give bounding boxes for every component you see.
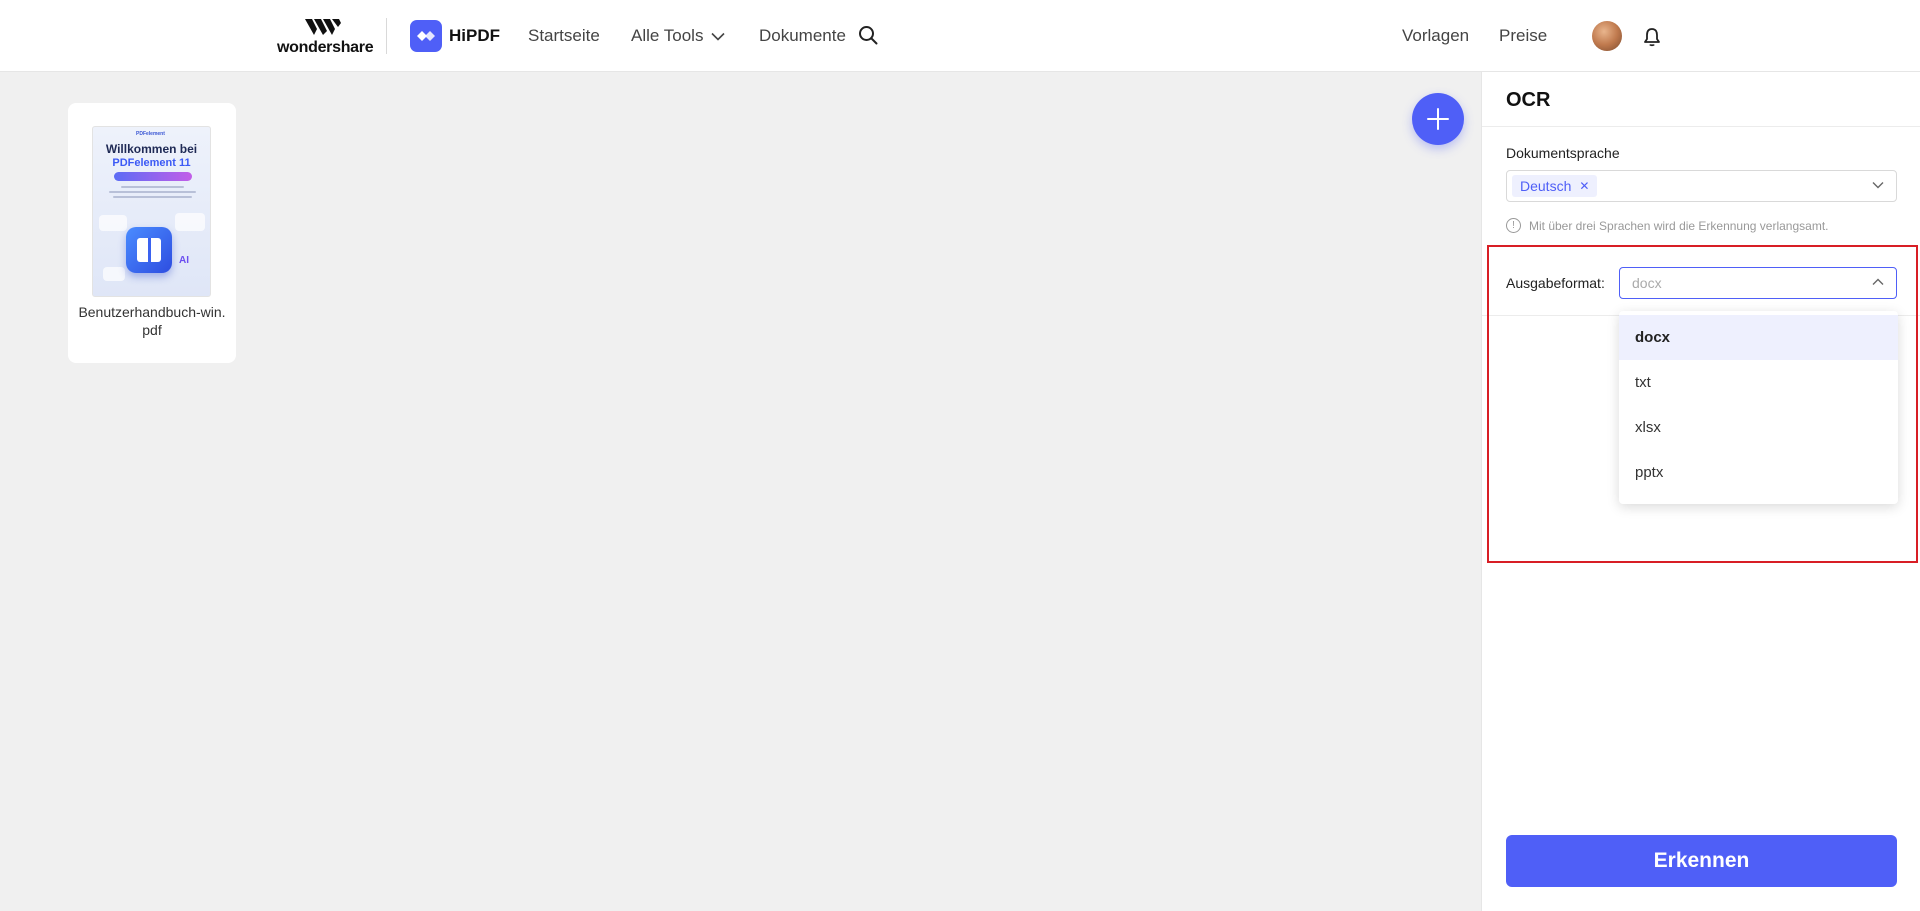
- file-card[interactable]: PDFelement Willkommen bei PDFelement 11 …: [68, 103, 236, 363]
- bell-icon[interactable]: [1643, 27, 1661, 47]
- language-tag-label: Deutsch: [1520, 178, 1572, 194]
- search-icon[interactable]: [858, 25, 878, 45]
- thumbnail-brand: PDFelement: [136, 131, 165, 137]
- wondershare-mark-icon: [305, 19, 341, 35]
- thumbnail-card: [103, 267, 125, 281]
- avatar[interactable]: [1592, 21, 1622, 51]
- document-language-select[interactable]: Deutsch ✕: [1506, 170, 1897, 202]
- nav-pricing-link[interactable]: Preise: [1499, 26, 1547, 46]
- format-option-txt[interactable]: txt: [1619, 360, 1898, 405]
- top-header: wondershare HiPDF Startseite Alle Tools …: [0, 0, 1920, 72]
- hipdf-logo[interactable]: HiPDF: [410, 20, 500, 52]
- thumbnail-ai-badge: AI: [179, 255, 189, 266]
- document-language-label: Dokumentsprache: [1506, 145, 1620, 161]
- panel-divider: [1482, 126, 1920, 127]
- language-tag: Deutsch ✕: [1512, 175, 1598, 197]
- thumbnail-card: [99, 215, 127, 231]
- recognize-button[interactable]: Erkennen: [1506, 835, 1897, 887]
- format-option-pptx[interactable]: pptx: [1619, 450, 1898, 495]
- add-file-button[interactable]: [1412, 93, 1464, 145]
- wondershare-wordmark: wondershare: [277, 39, 374, 56]
- thumbnail-title-line-1: Willkommen bei: [105, 142, 198, 156]
- nav-templates-link[interactable]: Vorlagen: [1402, 26, 1469, 46]
- language-hint: ! Mit über drei Sprachen wird die Erkenn…: [1506, 218, 1828, 233]
- wondershare-logo[interactable]: wondershare: [277, 17, 374, 59]
- thumbnail-text-line: [109, 191, 196, 193]
- panel-title: OCR: [1506, 89, 1551, 111]
- file-name: Benutzerhandbuch-win.pdf: [78, 304, 226, 338]
- language-hint-text: Mit über drei Sprachen wird die Erkennun…: [1529, 218, 1829, 233]
- header-divider: [386, 18, 387, 54]
- output-format-select[interactable]: docx: [1619, 267, 1897, 299]
- output-format-dropdown: docx txt xlsx pptx: [1619, 311, 1898, 504]
- info-icon: !: [1506, 218, 1521, 233]
- nav-documents-link[interactable]: Dokumente: [759, 26, 846, 46]
- chevron-down-icon: [1872, 182, 1884, 189]
- nav-all-tools-menu[interactable]: Alle Tools: [631, 26, 726, 46]
- thumbnail-text-line: [113, 196, 192, 198]
- thumbnail-pill: [114, 172, 192, 181]
- thumbnail-text-line: [121, 186, 184, 188]
- output-format-value: docx: [1632, 275, 1662, 291]
- format-option-xlsx[interactable]: xlsx: [1619, 405, 1898, 450]
- nav-home-link[interactable]: Startseite: [528, 26, 600, 46]
- hipdf-logo-icon: [410, 20, 442, 52]
- plus-icon: [1427, 108, 1449, 130]
- hipdf-wordmark: HiPDF: [449, 26, 500, 45]
- file-thumbnail: PDFelement Willkommen bei PDFelement 11 …: [92, 126, 211, 297]
- format-option-docx[interactable]: docx: [1619, 315, 1898, 360]
- nav-all-tools-label: Alle Tools: [631, 26, 704, 45]
- chevron-up-icon: [1872, 278, 1884, 285]
- thumbnail-title-line-2: PDFelement 11: [112, 157, 191, 169]
- output-format-label: Ausgabeformat:: [1506, 275, 1605, 291]
- chevron-down-icon: [711, 32, 726, 41]
- pdfelement-app-icon: [126, 227, 172, 273]
- thumbnail-card: [175, 213, 205, 231]
- close-icon[interactable]: ✕: [1579, 179, 1589, 193]
